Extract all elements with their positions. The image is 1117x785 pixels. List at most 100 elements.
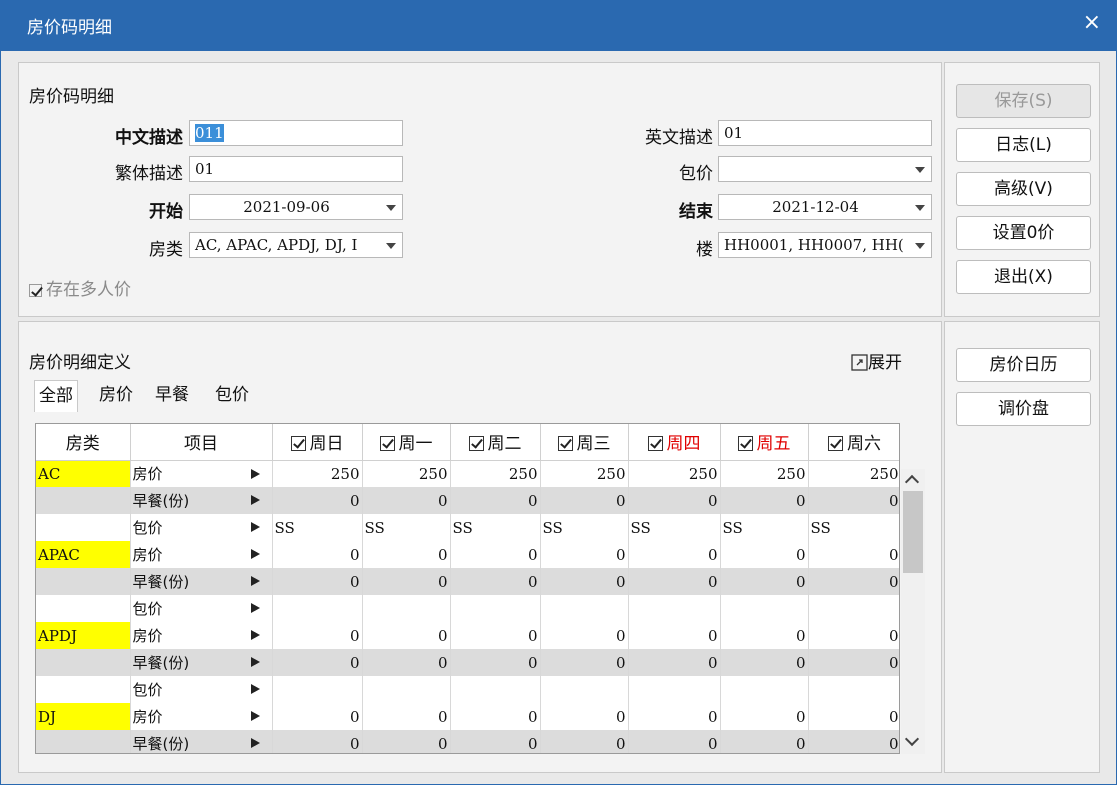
room-type-cell[interactable]: APDJ (36, 622, 131, 649)
price-cell[interactable] (450, 676, 541, 703)
col-header-day[interactable]: 周日 (272, 424, 363, 461)
adjust-price-button[interactable]: 调价盘 (956, 392, 1091, 426)
price-cell[interactable] (362, 595, 451, 622)
price-cell[interactable]: 0 (808, 568, 899, 595)
col-header-room-type[interactable]: 房类 (36, 424, 131, 461)
price-cell[interactable]: 0 (540, 649, 629, 676)
room-type-cell[interactable]: AC (36, 460, 131, 487)
item-cell[interactable]: 房价 (130, 622, 273, 649)
expand-arrow-icon[interactable] (250, 522, 260, 532)
price-cell[interactable]: 0 (540, 730, 629, 753)
building-select[interactable]: HH0001, HH0007, HH( (718, 232, 932, 258)
table-row[interactable]: AC 房价 250 250 250 250 250 250 250 (36, 460, 899, 487)
room-type-select[interactable]: AC, APAC, APDJ, DJ, I (189, 232, 403, 258)
checkbox-checked-icon[interactable] (828, 436, 843, 452)
price-cell[interactable]: 0 (808, 730, 899, 753)
item-cell[interactable]: 房价 (130, 703, 273, 730)
advanced-button[interactable]: 高级(V) (956, 172, 1091, 206)
expand-button[interactable]: 展开 (851, 348, 902, 373)
room-type-cell[interactable] (36, 595, 131, 622)
price-cell[interactable]: 0 (808, 541, 899, 568)
scroll-up-icon[interactable] (904, 474, 920, 490)
log-button[interactable]: 日志(L) (956, 128, 1091, 162)
room-type-cell[interactable] (36, 649, 131, 676)
multi-person-checkbox[interactable]: 存在多人价 (29, 275, 131, 300)
price-cell[interactable] (272, 595, 363, 622)
price-cell[interactable]: 0 (628, 730, 721, 753)
price-cell[interactable]: 0 (272, 622, 363, 649)
package-select[interactable] (718, 156, 932, 182)
price-cell[interactable] (450, 595, 541, 622)
price-cell[interactable]: 0 (540, 703, 629, 730)
expand-arrow-icon[interactable] (250, 711, 260, 721)
col-header-day[interactable]: 周五 (720, 424, 809, 461)
room-type-cell[interactable]: DJ (36, 703, 131, 730)
price-cell[interactable]: 0 (540, 541, 629, 568)
price-cell[interactable]: 0 (808, 703, 899, 730)
price-cell[interactable]: 0 (720, 541, 809, 568)
checkbox-checked-icon[interactable] (737, 436, 753, 452)
price-cell[interactable]: 0 (628, 622, 721, 649)
expand-arrow-icon[interactable] (250, 576, 260, 586)
price-cell[interactable]: 0 (450, 541, 541, 568)
price-cell[interactable]: 0 (272, 541, 363, 568)
checkbox-checked-icon[interactable] (647, 436, 663, 452)
room-type-cell[interactable] (36, 676, 131, 703)
price-cell[interactable]: 0 (272, 568, 363, 595)
exit-button[interactable]: 退出(X) (956, 260, 1091, 294)
item-cell[interactable]: 包价 (130, 595, 273, 622)
price-cell[interactable] (808, 595, 899, 622)
price-cell[interactable]: 0 (362, 622, 451, 649)
price-cell[interactable]: 250 (272, 460, 363, 487)
cn-desc-input[interactable]: 011 (189, 120, 403, 146)
col-header-day[interactable]: 周六 (808, 424, 899, 461)
price-cell[interactable]: SS (272, 514, 363, 541)
price-cell[interactable] (720, 595, 809, 622)
room-type-cell[interactable] (36, 487, 131, 514)
price-cell[interactable]: SS (540, 514, 629, 541)
checkbox-checked-icon[interactable] (290, 436, 306, 452)
table-row[interactable]: APAC 房价 0 0 0 0 0 0 0 (36, 541, 899, 568)
price-cell[interactable]: 0 (628, 703, 721, 730)
price-cell[interactable]: 0 (362, 703, 451, 730)
price-cell[interactable]: 0 (362, 487, 451, 514)
table-row[interactable]: 早餐(份) 0 0 0 0 0 0 0 (36, 487, 899, 514)
price-cell[interactable]: 0 (362, 568, 451, 595)
price-cell[interactable]: SS (450, 514, 541, 541)
table-row[interactable]: DJ 房价 0 0 0 0 0 0 0 (36, 703, 899, 730)
item-cell[interactable]: 包价 (130, 514, 273, 541)
price-cell[interactable]: 250 (628, 460, 721, 487)
price-cell[interactable]: 0 (272, 487, 363, 514)
col-header-day[interactable]: 周三 (540, 424, 629, 461)
price-cell[interactable]: 250 (540, 460, 629, 487)
tab-all[interactable]: 全部 (34, 380, 78, 412)
price-cell[interactable]: 0 (720, 568, 809, 595)
price-cell[interactable]: 250 (362, 460, 451, 487)
table-row[interactable]: 早餐(份) 0 0 0 0 0 0 0 (36, 568, 899, 595)
price-cell[interactable]: 0 (362, 730, 451, 753)
price-cell[interactable] (540, 595, 629, 622)
price-cell[interactable]: 0 (450, 487, 541, 514)
checkbox-checked-icon[interactable] (557, 436, 573, 452)
price-cell[interactable]: 0 (720, 703, 809, 730)
price-cell[interactable]: 0 (720, 622, 809, 649)
item-cell[interactable]: 早餐(份) (130, 487, 273, 514)
price-cell[interactable]: 0 (450, 568, 541, 595)
price-cell[interactable] (808, 676, 899, 703)
price-cell[interactable]: 0 (628, 487, 721, 514)
en-desc-input[interactable]: 01 (718, 120, 932, 146)
price-cell[interactable] (272, 676, 363, 703)
price-cell[interactable]: SS (362, 514, 451, 541)
checkbox-checked-icon[interactable] (468, 436, 484, 452)
price-cell[interactable]: SS (808, 514, 899, 541)
expand-arrow-icon[interactable] (250, 549, 260, 559)
price-cell[interactable]: 0 (540, 568, 629, 595)
end-date-picker[interactable]: 2021-12-04 (718, 194, 932, 220)
tab-room-price[interactable]: 房价 (95, 380, 137, 412)
price-cell[interactable]: 0 (450, 622, 541, 649)
expand-arrow-icon[interactable] (250, 495, 260, 505)
price-cell[interactable]: 250 (450, 460, 541, 487)
price-cell[interactable]: 0 (628, 541, 721, 568)
price-cell[interactable]: 0 (808, 622, 899, 649)
price-cell[interactable]: SS (720, 514, 809, 541)
